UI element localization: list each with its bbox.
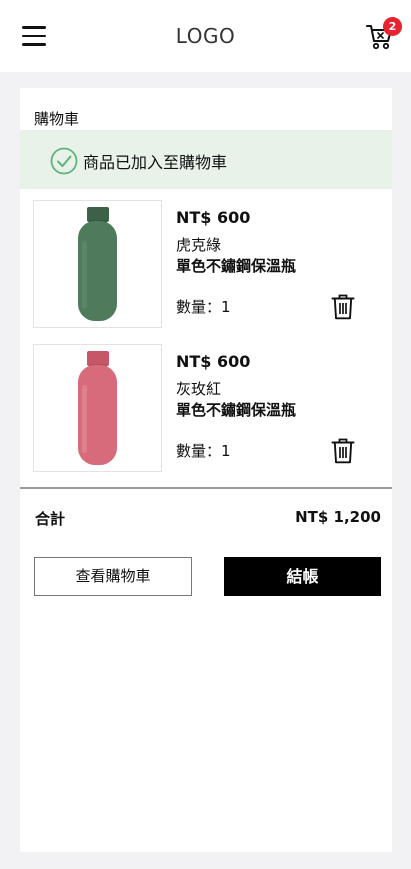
item-quantity: 數量：1: [176, 298, 231, 316]
bottle-image: [78, 207, 117, 321]
checkout-button[interactable]: 結帳: [224, 557, 381, 596]
view-cart-button[interactable]: 查看購物車: [34, 557, 192, 596]
total-value: NT$ 1,200: [295, 508, 381, 526]
trash-icon: [331, 438, 355, 464]
item-quantity: 數量：1: [176, 442, 231, 460]
item-variant: 虎克綠: [176, 236, 222, 254]
item-price: NT$ 600: [176, 208, 251, 227]
check-circle-icon: [50, 147, 78, 175]
product-image[interactable]: [33, 200, 162, 328]
cart-panel: 購物車 商品已加入至購物車 NT$ 600 虎克綠 單色不鏽鋼保溫瓶 數量：1: [20, 88, 392, 852]
product-image[interactable]: [33, 344, 162, 472]
cart-item: NT$ 600 虎克綠 單色不鏽鋼保溫瓶 數量：1: [20, 200, 392, 330]
divider: [20, 487, 392, 489]
added-to-cart-notice: 商品已加入至購物車: [20, 130, 392, 189]
top-header: LOGO 2: [0, 0, 411, 72]
item-name[interactable]: 單色不鏽鋼保溫瓶: [176, 255, 296, 276]
bottle-image: [78, 351, 117, 465]
trash-icon: [331, 294, 355, 320]
notice-text: 商品已加入至購物車: [83, 153, 228, 172]
total-label: 合計: [35, 510, 66, 528]
cart-count-badge: 2: [383, 17, 402, 36]
item-name[interactable]: 單色不鏽鋼保溫瓶: [176, 399, 296, 420]
cart-item: NT$ 600 灰玫紅 單色不鏽鋼保溫瓶 數量：1: [20, 344, 392, 474]
item-variant: 灰玫紅: [176, 380, 222, 398]
logo[interactable]: LOGO: [0, 24, 411, 48]
item-price: NT$ 600: [176, 352, 251, 371]
delete-item-button[interactable]: [331, 294, 355, 320]
delete-item-button[interactable]: [331, 438, 355, 464]
panel-title: 購物車: [34, 110, 80, 128]
